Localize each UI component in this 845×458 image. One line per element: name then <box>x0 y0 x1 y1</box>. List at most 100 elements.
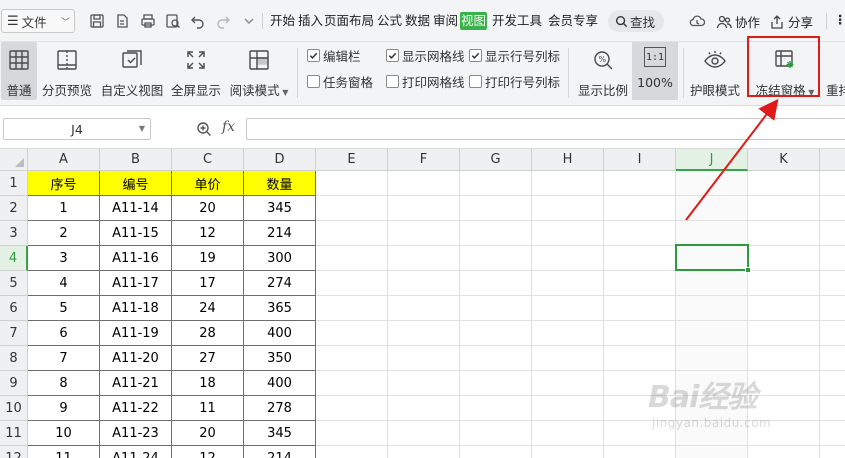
empty-cell[interactable] <box>388 271 460 296</box>
tab-data[interactable]: 数据 <box>405 12 430 30</box>
tab-page-layout[interactable]: 页面布局 <box>324 12 374 30</box>
table-cell[interactable]: 214 <box>244 221 316 246</box>
empty-cell[interactable] <box>316 371 388 396</box>
column-header-e[interactable]: E <box>316 149 388 171</box>
empty-cell[interactable] <box>316 196 388 221</box>
empty-cell[interactable] <box>820 246 845 271</box>
table-cell[interactable]: 24 <box>172 296 244 321</box>
empty-cell[interactable] <box>460 396 532 421</box>
empty-cell[interactable] <box>388 396 460 421</box>
collaborate-button[interactable]: 协作 <box>716 12 760 31</box>
empty-cell[interactable] <box>820 271 845 296</box>
column-header-overflow[interactable] <box>820 149 845 171</box>
row-header-11[interactable]: 11 <box>0 421 28 446</box>
name-box[interactable]: J4 ▼ <box>3 118 151 140</box>
formula-input[interactable] <box>246 118 845 140</box>
empty-cell[interactable] <box>532 371 604 396</box>
empty-cell[interactable] <box>748 371 820 396</box>
row-header-12[interactable]: 12 <box>0 446 28 458</box>
empty-cell[interactable] <box>604 296 676 321</box>
full-screen-button[interactable]: 全屏显示 <box>170 42 222 100</box>
table-cell[interactable]: 6 <box>28 321 100 346</box>
empty-cell[interactable] <box>604 246 676 271</box>
empty-cell[interactable] <box>748 196 820 221</box>
zoom-icon[interactable] <box>196 121 212 137</box>
empty-cell[interactable] <box>532 271 604 296</box>
eye-protection-button[interactable]: 护眼模式 <box>687 42 743 100</box>
empty-cell[interactable] <box>460 271 532 296</box>
empty-cell[interactable] <box>820 221 845 246</box>
table-cell[interactable]: 3 <box>28 246 100 271</box>
empty-cell[interactable] <box>460 296 532 321</box>
empty-cell[interactable] <box>532 246 604 271</box>
tab-review[interactable]: 审阅 <box>433 12 458 30</box>
row-header-1[interactable]: 1 <box>0 171 28 196</box>
tab-home[interactable]: 开始 <box>270 12 295 30</box>
table-cell[interactable]: 17 <box>172 271 244 296</box>
rearrange-button[interactable]: 重排 <box>826 42 845 100</box>
table-cell[interactable]: 345 <box>244 196 316 221</box>
empty-cell[interactable] <box>316 246 388 271</box>
empty-cell[interactable] <box>748 221 820 246</box>
tab-developer[interactable]: 开发工具 <box>492 12 542 30</box>
share-button[interactable]: 分享 <box>769 12 813 31</box>
table-cell[interactable]: 345 <box>244 421 316 446</box>
row-header-6[interactable]: 6 <box>0 296 28 321</box>
empty-cell[interactable] <box>460 371 532 396</box>
row-header-9[interactable]: 9 <box>0 371 28 396</box>
empty-cell[interactable] <box>316 421 388 446</box>
cloud-sync-icon[interactable] <box>688 11 706 31</box>
empty-cell[interactable] <box>820 196 845 221</box>
table-cell[interactable]: A11-17 <box>100 271 172 296</box>
edit-bar-checkbox[interactable]: 编辑栏 <box>307 46 361 64</box>
column-header-h[interactable]: H <box>532 149 604 171</box>
empty-cell[interactable] <box>676 196 748 221</box>
tab-view[interactable]: 视图 <box>460 12 488 30</box>
empty-cell[interactable] <box>676 271 748 296</box>
export-pdf-icon[interactable] <box>113 11 131 31</box>
empty-cell[interactable] <box>460 446 532 458</box>
empty-cell[interactable] <box>748 171 820 196</box>
table-cell[interactable]: 19 <box>172 246 244 271</box>
zoom-ratio-button[interactable]: % 显示比例 <box>576 42 630 100</box>
empty-cell[interactable] <box>316 446 388 458</box>
table-cell[interactable]: 4 <box>28 271 100 296</box>
row-header-5[interactable]: 5 <box>0 271 28 296</box>
table-cell[interactable]: 9 <box>28 396 100 421</box>
row-header-2[interactable]: 2 <box>0 196 28 221</box>
print-preview-icon[interactable] <box>164 11 182 31</box>
table-cell[interactable]: A11-22 <box>100 396 172 421</box>
table-cell[interactable]: 28 <box>172 321 244 346</box>
table-header-cell[interactable]: 数量 <box>244 171 316 196</box>
table-header-cell[interactable]: 序号 <box>28 171 100 196</box>
column-header-k[interactable]: K <box>748 149 820 171</box>
empty-cell[interactable] <box>460 321 532 346</box>
row-header-3[interactable]: 3 <box>0 221 28 246</box>
table-cell[interactable]: 7 <box>28 346 100 371</box>
empty-cell[interactable] <box>748 321 820 346</box>
active-cell-selection[interactable] <box>675 244 751 273</box>
reading-mode-button[interactable]: 阅读模式 ▼ <box>229 42 289 100</box>
empty-cell[interactable] <box>316 396 388 421</box>
row-header-7[interactable]: 7 <box>0 321 28 346</box>
column-header-j[interactable]: J <box>676 149 748 171</box>
empty-cell[interactable] <box>748 346 820 371</box>
table-header-cell[interactable]: 单价 <box>172 171 244 196</box>
undo-icon[interactable] <box>189 11 207 31</box>
select-all-corner[interactable] <box>0 149 28 171</box>
empty-cell[interactable] <box>532 171 604 196</box>
table-cell[interactable]: 278 <box>244 396 316 421</box>
empty-cell[interactable] <box>676 346 748 371</box>
empty-cell[interactable] <box>604 221 676 246</box>
empty-cell[interactable] <box>460 171 532 196</box>
show-gridlines-checkbox[interactable]: 显示网格线 <box>386 46 465 64</box>
empty-cell[interactable] <box>532 396 604 421</box>
empty-cell[interactable] <box>532 221 604 246</box>
table-cell[interactable]: A11-14 <box>100 196 172 221</box>
table-cell[interactable]: 8 <box>28 371 100 396</box>
file-menu-button[interactable]: ☰ 文件 ﹀ <box>1 9 75 33</box>
empty-cell[interactable] <box>388 421 460 446</box>
empty-cell[interactable] <box>604 446 676 458</box>
page-break-preview-button[interactable]: 分页预览 <box>40 42 94 100</box>
column-header-f[interactable]: F <box>388 149 460 171</box>
